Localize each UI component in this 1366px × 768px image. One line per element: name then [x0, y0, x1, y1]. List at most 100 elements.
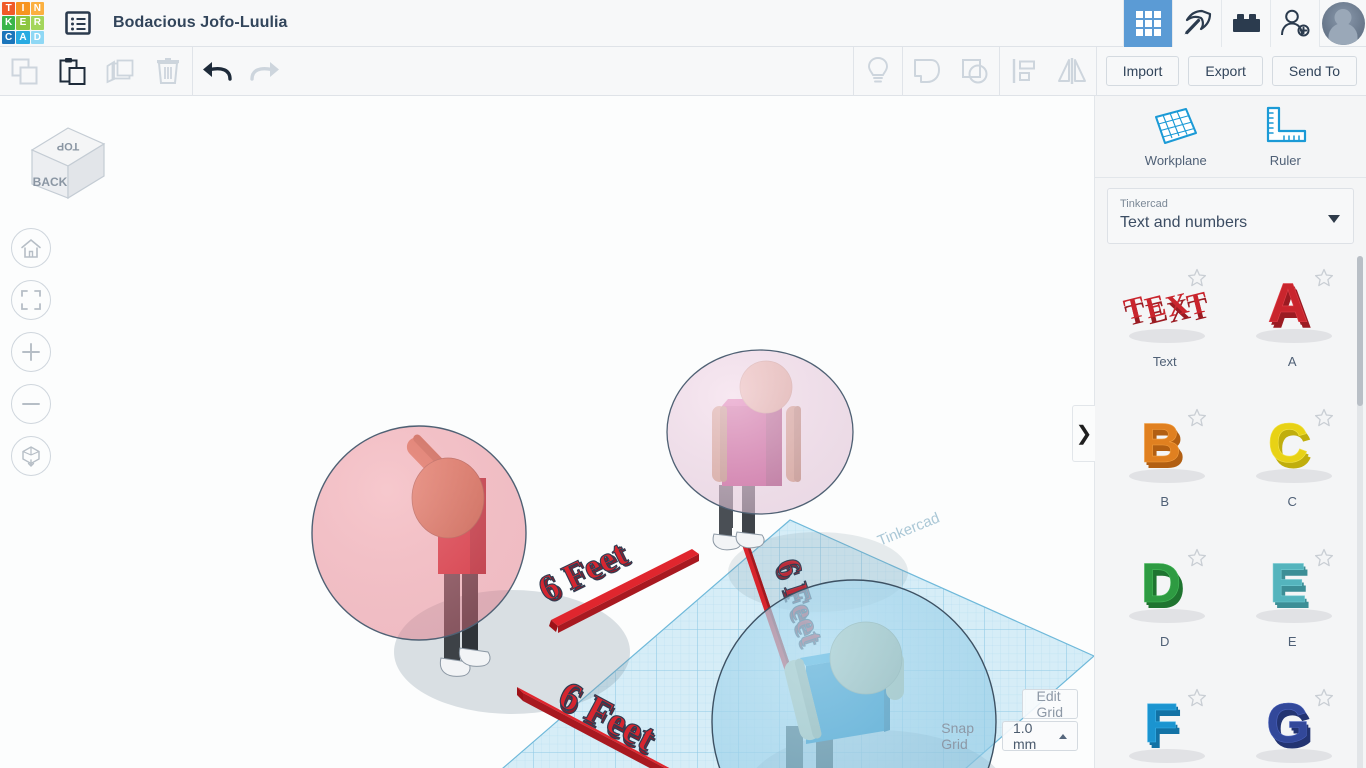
- grid-view-icon[interactable]: [1123, 0, 1172, 47]
- shape-item-e[interactable]: EEEE: [1229, 534, 1357, 674]
- cube-projection-icon: [22, 446, 40, 467]
- note-button[interactable]: [854, 47, 902, 95]
- ungroup-icon: [961, 59, 988, 84]
- redo-button[interactable]: [241, 47, 289, 95]
- favorite-star-icon[interactable]: [1314, 268, 1334, 292]
- document-list-icon[interactable]: [61, 6, 95, 40]
- grid-view-glyph: [1135, 10, 1161, 36]
- pickaxe-glyph: [1184, 9, 1212, 35]
- shapes-panel: Workplane Ruler Tinkercad Text and numbe…: [1094, 96, 1366, 768]
- add-person-icon[interactable]: [1270, 0, 1319, 47]
- shape-label: D: [1160, 634, 1170, 649]
- view-cube[interactable]: TOP BACK: [24, 114, 110, 205]
- ruler-tool[interactable]: Ruler: [1239, 105, 1331, 168]
- document-title[interactable]: Bodacious Jofo-Luulia: [113, 14, 288, 32]
- home-view-button[interactable]: [11, 228, 51, 268]
- shape-label: A: [1287, 354, 1297, 369]
- svg-text:E: E: [1270, 551, 1307, 614]
- trash-icon: [157, 58, 179, 84]
- workplane-tool[interactable]: Workplane: [1130, 105, 1222, 168]
- projection-toggle-button[interactable]: [11, 436, 51, 476]
- group-button[interactable]: [903, 47, 951, 95]
- zoom-in-button[interactable]: [11, 332, 51, 372]
- snap-grid-label: Snap Grid: [941, 720, 974, 752]
- chevron-down-icon: [1328, 215, 1340, 223]
- library-selector[interactable]: Tinkercad Text and numbers: [1107, 188, 1354, 244]
- fit-view-button[interactable]: [11, 280, 51, 320]
- import-button[interactable]: Import: [1105, 56, 1180, 86]
- undo-icon: [203, 62, 232, 81]
- group-tools: [903, 47, 999, 96]
- shape-item-text[interactable]: T T E E X X T T Text: [1101, 254, 1229, 394]
- edit-grid-button[interactable]: Edit Grid: [1021, 688, 1078, 720]
- delete-button[interactable]: [144, 47, 192, 95]
- copy-button[interactable]: [0, 47, 48, 95]
- avatar-image: [1321, 1, 1365, 45]
- favorite-star-icon[interactable]: [1187, 268, 1207, 292]
- note-tools: [854, 47, 902, 96]
- top-bar: TINKERCAD Bodacious Jofo-Luulia: [0, 0, 1366, 47]
- arrange-tools: [1000, 47, 1096, 96]
- shape-label: B: [1160, 494, 1170, 509]
- view-cube-front-label[interactable]: BACK: [33, 175, 68, 189]
- svg-text:A: A: [1268, 271, 1308, 334]
- duplicate-button[interactable]: [96, 47, 144, 95]
- logo-tile-i: I: [16, 2, 30, 16]
- document-list-glyph: [65, 11, 91, 35]
- svg-text:D: D: [1141, 551, 1181, 614]
- shape-item-g[interactable]: GGGG: [1229, 674, 1357, 768]
- shape-item-a[interactable]: AAAA: [1229, 254, 1357, 394]
- history-tools: [193, 47, 289, 96]
- shape-item-c[interactable]: CCCC: [1229, 394, 1357, 534]
- shape-item-f[interactable]: FFFF: [1101, 674, 1229, 768]
- favorite-star-icon[interactable]: [1187, 688, 1207, 712]
- tinkercad-app: TINKERCAD Bodacious Jofo-Luulia Import E…: [0, 0, 1366, 768]
- logo-tile-d: D: [30, 30, 44, 44]
- favorite-star-icon[interactable]: [1187, 408, 1207, 432]
- mirror-button[interactable]: [1048, 47, 1096, 95]
- view-cube-top-label[interactable]: TOP: [57, 140, 79, 152]
- ruler-tool-label: Ruler: [1269, 153, 1301, 168]
- undo-button[interactable]: [193, 47, 241, 95]
- export-button[interactable]: Export: [1188, 56, 1263, 86]
- logo-tile-k: K: [2, 16, 16, 30]
- tinkercad-logo[interactable]: TINKERCAD: [1, 1, 45, 45]
- ungroup-button[interactable]: [951, 47, 999, 95]
- send-to-button[interactable]: Send To: [1271, 56, 1357, 86]
- caret-up-icon: [1059, 733, 1067, 739]
- group-icon: [913, 59, 940, 83]
- copy-icon: [11, 58, 37, 84]
- view-cube-glyph[interactable]: TOP BACK: [24, 114, 110, 200]
- snap-grid-select[interactable]: 1.0 mm: [1001, 720, 1078, 752]
- brick-icon[interactable]: [1221, 0, 1270, 47]
- shelf-scrollbar-thumb[interactable]: [1357, 256, 1363, 406]
- viewport-3d[interactable]: Tinkercad 6 Feet 6 Feet 6 Feet 6 Feet TO…: [0, 96, 1094, 768]
- collapse-panel-button[interactable]: ❯: [1072, 405, 1095, 462]
- avatar[interactable]: [1319, 0, 1366, 47]
- logo-tile-e: E: [16, 16, 30, 30]
- fit-to-screen-icon: [21, 290, 41, 310]
- align-button[interactable]: [1000, 47, 1048, 95]
- paste-button[interactable]: [48, 47, 96, 95]
- clipboard-tools: [0, 47, 192, 96]
- duplicate-icon: [106, 59, 134, 84]
- favorite-star-icon[interactable]: [1314, 408, 1334, 432]
- shape-label: Text: [1152, 354, 1177, 369]
- edit-toolbar: Import Export Send To: [0, 46, 1366, 96]
- scene-canvas[interactable]: Tinkercad 6 Feet 6 Feet 6 Feet 6 Feet: [0, 96, 1094, 768]
- distance-bubble-magenta[interactable]: [666, 349, 854, 515]
- snap-grid-value: 1.0 mm: [1012, 720, 1037, 752]
- pickaxe-icon[interactable]: [1172, 0, 1221, 47]
- library-selector-wrap: Tinkercad Text and numbers: [1095, 178, 1366, 256]
- logo-tile-c: C: [2, 30, 16, 44]
- favorite-star-icon[interactable]: [1314, 688, 1334, 712]
- shape-shelf[interactable]: TTEEXXTTTextAAAABBBBCCCCDDDDEEEEFFFFGGGG: [1095, 248, 1366, 768]
- favorite-star-icon[interactable]: [1187, 548, 1207, 572]
- favorite-star-icon[interactable]: [1314, 548, 1334, 572]
- shape-item-b[interactable]: BBBB: [1101, 394, 1229, 534]
- brick-glyph: [1232, 14, 1260, 32]
- shape-item-d[interactable]: DDDD: [1101, 534, 1229, 674]
- zoom-out-button[interactable]: [11, 384, 51, 424]
- logo-tile-t: T: [2, 2, 16, 16]
- distance-bubble-red[interactable]: [311, 425, 527, 641]
